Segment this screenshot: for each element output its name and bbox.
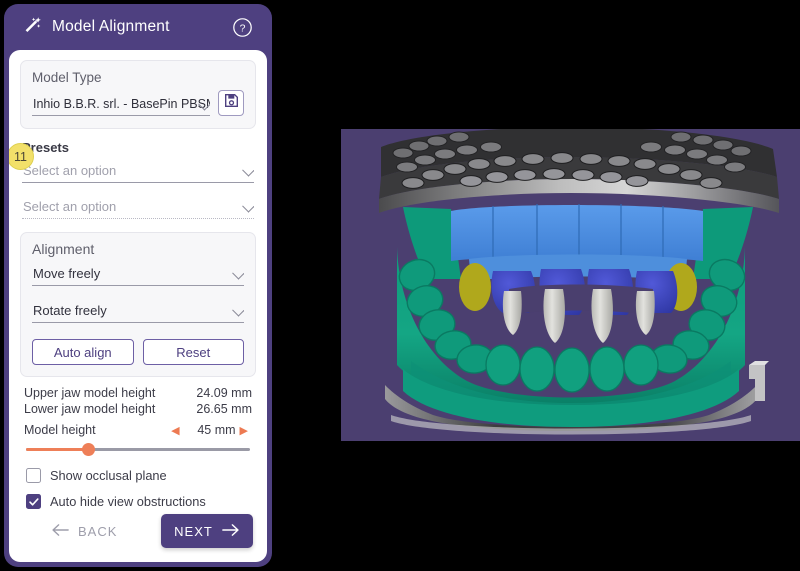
- reset-button[interactable]: Reset: [142, 339, 244, 365]
- save-floppy-icon: [224, 93, 239, 113]
- move-mode-select[interactable]: Move freely: [32, 265, 244, 286]
- auto-hide-obstructions-checkbox[interactable]: [26, 494, 41, 509]
- dental-model-render: [341, 129, 800, 441]
- show-occlusal-plane-label: Show occlusal plane: [50, 468, 167, 483]
- model-type-row: Inhio B.B.R. srl. - BasePin PBSM: [32, 90, 244, 116]
- back-button-label: BACK: [78, 523, 118, 539]
- panel-body: 11 Model Type Inhio B.B.R. srl. - BasePi…: [9, 50, 267, 562]
- lower-jaw-height-row: Lower jaw model height 26.65 mm: [24, 402, 252, 418]
- measurements: Upper jaw model height 24.09 mm Lower ja…: [20, 386, 256, 417]
- lower-jaw-height-label: Lower jaw model height: [24, 401, 156, 416]
- model-type-select[interactable]: Inhio B.B.R. srl. - BasePin PBSM: [32, 96, 210, 116]
- upper-jaw-height-row: Upper jaw model height 24.09 mm: [24, 386, 252, 402]
- margin-marker-left: [459, 263, 491, 311]
- auto-hide-obstructions-checkbox-row[interactable]: Auto hide view obstructions: [26, 494, 256, 509]
- show-occlusal-plane-checkbox[interactable]: [26, 468, 41, 483]
- model-height-label: Model height: [24, 423, 96, 437]
- show-occlusal-plane-checkbox-row[interactable]: Show occlusal plane: [26, 468, 256, 483]
- 3d-model-viewport[interactable]: [341, 129, 800, 441]
- chevron-down-icon: [242, 163, 254, 177]
- rotate-mode-value: Rotate freely: [33, 303, 107, 318]
- help-circle-icon[interactable]: ?: [232, 17, 253, 38]
- preset-select-2[interactable]: Select an option: [22, 198, 254, 219]
- lower-jaw-height-value: 26.65 mm: [196, 401, 252, 416]
- model-type-label: Model Type: [32, 70, 102, 85]
- checkmark-icon: [28, 497, 39, 506]
- arrow-right-icon: [221, 523, 240, 540]
- magic-wand-icon: [21, 16, 43, 38]
- alignment-card: Alignment Move freely Rotate freely Auto…: [20, 232, 256, 377]
- upper-jaw-height-label: Upper jaw model height: [24, 386, 156, 400]
- model-height-slider[interactable]: [26, 441, 250, 457]
- model-height-row: Model height ◀ 45 mm ▶: [20, 423, 256, 437]
- chevron-down-icon: [242, 199, 254, 213]
- model-type-value: Inhio B.B.R. srl. - BasePin PBSM: [33, 97, 210, 111]
- next-button[interactable]: NEXT: [161, 514, 253, 548]
- slider-knob[interactable]: [82, 443, 96, 456]
- chevron-down-icon: [232, 303, 244, 317]
- svg-text:?: ?: [240, 22, 246, 34]
- rotate-mode-select[interactable]: Rotate freely: [32, 302, 244, 323]
- triangle-left-icon[interactable]: ◀: [167, 424, 183, 437]
- arrow-left-icon: [51, 523, 70, 540]
- chevron-down-icon: [232, 266, 244, 280]
- wizard-navigation: BACK NEXT: [9, 514, 267, 548]
- panel-header: Model Alignment ?: [9, 4, 267, 50]
- preset-select-1-value: Select an option: [23, 163, 117, 178]
- back-button[interactable]: BACK: [51, 523, 117, 540]
- presets-label: Presets: [22, 140, 69, 155]
- alignment-buttons: Auto align Reset: [32, 339, 244, 365]
- model-height-value: 45 mm: [197, 423, 236, 437]
- slider-fill: [26, 448, 89, 451]
- model-type-card: Model Type Inhio B.B.R. srl. - BasePin P…: [20, 60, 256, 129]
- auto-hide-obstructions-label: Auto hide view obstructions: [50, 494, 206, 509]
- triangle-right-icon[interactable]: ▶: [236, 424, 252, 437]
- move-mode-value: Move freely: [33, 266, 101, 281]
- model-alignment-panel: Model Alignment ? 11 Model Type Inhio B.…: [4, 4, 272, 567]
- app-root: Model Alignment ? 11 Model Type Inhio B.…: [0, 0, 800, 571]
- next-button-label: NEXT: [174, 523, 213, 539]
- preset-select-1[interactable]: Select an option: [22, 162, 254, 183]
- upper-jaw-height-value: 24.09 mm: [196, 386, 252, 400]
- alignment-title: Alignment: [32, 241, 95, 257]
- panel-title: Model Alignment: [52, 18, 170, 35]
- save-model-type-button[interactable]: [218, 90, 244, 116]
- preset-select-2-value: Select an option: [23, 199, 117, 214]
- auto-align-button[interactable]: Auto align: [32, 339, 134, 365]
